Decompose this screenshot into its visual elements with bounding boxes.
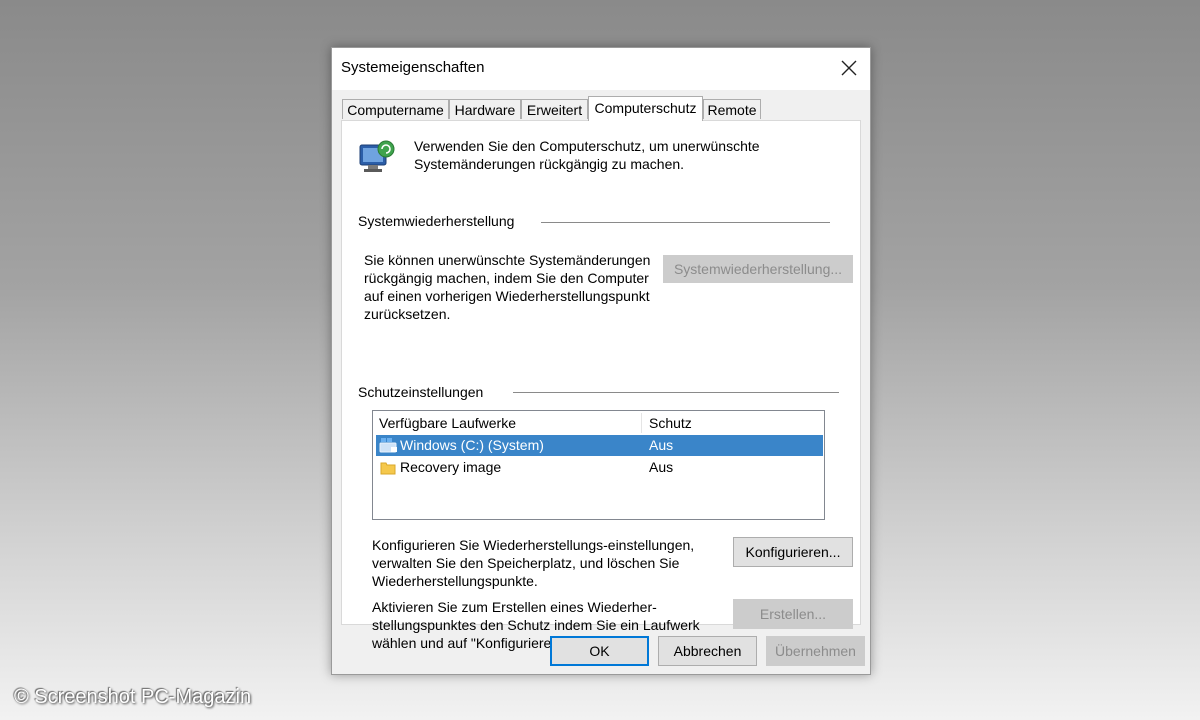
tab-hardware[interactable]: Hardware (449, 99, 521, 119)
close-icon[interactable] (834, 54, 864, 82)
drive-list[interactable]: Verfügbare Laufwerke Schutz Windows (C:)… (372, 410, 825, 520)
tab-remote[interactable]: Remote (703, 99, 761, 119)
drive-status: Aus (649, 459, 674, 475)
create-button[interactable]: Erstellen... (733, 599, 853, 629)
protection-section-divider (513, 392, 839, 393)
system-properties-dialog: Systemeigenschaften Computername Hardwar… (331, 47, 871, 675)
ok-button[interactable]: OK (550, 636, 649, 666)
drive-status: Aus (649, 437, 674, 453)
drive-name: Recovery image (400, 459, 502, 475)
tab-computerschutz[interactable]: Computerschutz (588, 96, 703, 121)
window-title: Systemeigenschaften (341, 59, 485, 76)
folder-drive-icon (380, 460, 396, 481)
column-separator (641, 413, 642, 433)
title-bar: Systemeigenschaften (332, 48, 870, 90)
restore-section-divider (541, 222, 830, 223)
cancel-button[interactable]: Abbrechen (658, 636, 757, 666)
drive-row-recovery[interactable]: Recovery image Aus (376, 457, 823, 478)
column-header-drives[interactable]: Verfügbare Laufwerke (379, 411, 516, 435)
drive-row-windows[interactable]: Windows (C:) (System) Aus (376, 435, 823, 456)
system-restore-button[interactable]: Systemwiederherstellung... (663, 255, 853, 283)
configure-description: Konfigurieren Sie Wiederherstellungs-ein… (372, 537, 695, 589)
system-protection-icon (356, 137, 396, 182)
column-header-protection[interactable]: Schutz (649, 411, 692, 435)
tab-computername[interactable]: Computername (342, 99, 449, 119)
apply-button[interactable]: Übernehmen (766, 636, 865, 666)
restore-section-title: Systemwiederherstellung (358, 213, 515, 229)
protection-section-title: Schutzeinstellungen (358, 384, 484, 400)
restore-description: Sie können unerwünschte Systemänderungen… (364, 252, 651, 322)
drive-name: Windows (C:) (System) (400, 437, 544, 453)
tab-erweitert[interactable]: Erweitert (521, 99, 588, 119)
copyright-watermark: © Screenshot PC-Magazin (14, 686, 252, 708)
intro-text: Verwenden Sie den Computerschutz, um une… (414, 138, 760, 172)
configure-button[interactable]: Konfigurieren... (733, 537, 853, 567)
computerschutz-panel: Verwenden Sie den Computerschutz, um une… (341, 120, 861, 651)
